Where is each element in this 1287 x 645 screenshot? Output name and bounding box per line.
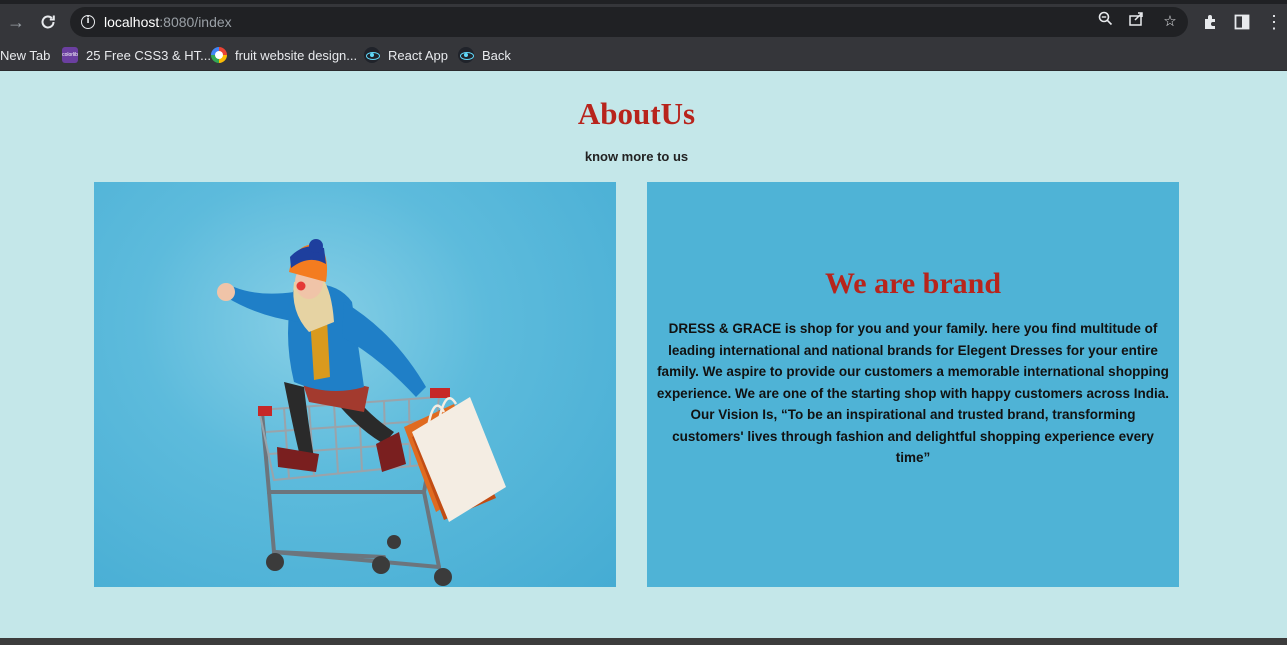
bookmark-react-app[interactable]: React App [364,44,448,66]
bookmark-back[interactable]: Back [458,44,511,66]
reload-icon[interactable] [36,10,60,34]
extensions-icon[interactable] [1198,10,1222,34]
page-bottom-edge [0,638,1287,645]
bookmark-label: 25 Free CSS3 & HT... [86,47,211,63]
brand-info-card: We are brand DRESS & GRACE is shop for y… [647,182,1179,587]
bookmarks-bar: New Tab colorlib 25 Free CSS3 & HT... fr… [0,40,1287,71]
menu-dots-icon[interactable]: ⋮ [1262,10,1286,34]
brand-vision: Our Vision Is, “To be an inspirational a… [672,407,1154,465]
bookmark-label: React App [388,47,448,63]
forward-arrow-icon[interactable]: → [4,10,28,34]
bookmark-fruit-website[interactable]: fruit website design... [211,44,357,66]
url-host: localhost [104,14,160,30]
colorlib-icon: colorlib [62,47,78,63]
address-bar[interactable]: i localhost:8080/index ☆ [70,7,1188,37]
bookmark-label: fruit website design... [235,47,358,63]
bookmark-css3[interactable]: colorlib 25 Free CSS3 & HT... [62,44,211,66]
bookmark-new-tab[interactable]: New Tab [0,44,50,66]
brand-heading: We are brand [824,267,1002,300]
zoom-icon[interactable] [1094,11,1116,33]
side-panel-icon[interactable] [1230,10,1254,34]
site-info-icon[interactable]: i [81,15,95,29]
page-title: AboutUs [577,96,696,131]
share-icon[interactable] [1126,11,1148,33]
brand-description: DRESS & GRACE is shop for you and your f… [653,318,1173,469]
brand-paragraph: DRESS & GRACE is shop for you and your f… [656,321,1170,401]
url-text[interactable]: localhost:8080/index [104,14,232,30]
react-icon [364,47,380,63]
shopping-woman-image [94,182,616,587]
google-icon [211,47,227,63]
bookmark-star-icon[interactable]: ☆ [1159,11,1181,33]
react-icon [458,47,474,63]
browser-toolbar: → i localhost:8080/index ☆ ⋮ [0,0,1287,40]
bookmark-label: Back [482,47,511,63]
page-subtitle: know more to us [584,149,689,164]
url-path: :8080/index [159,14,232,30]
bookmark-label: New Tab [0,47,51,63]
